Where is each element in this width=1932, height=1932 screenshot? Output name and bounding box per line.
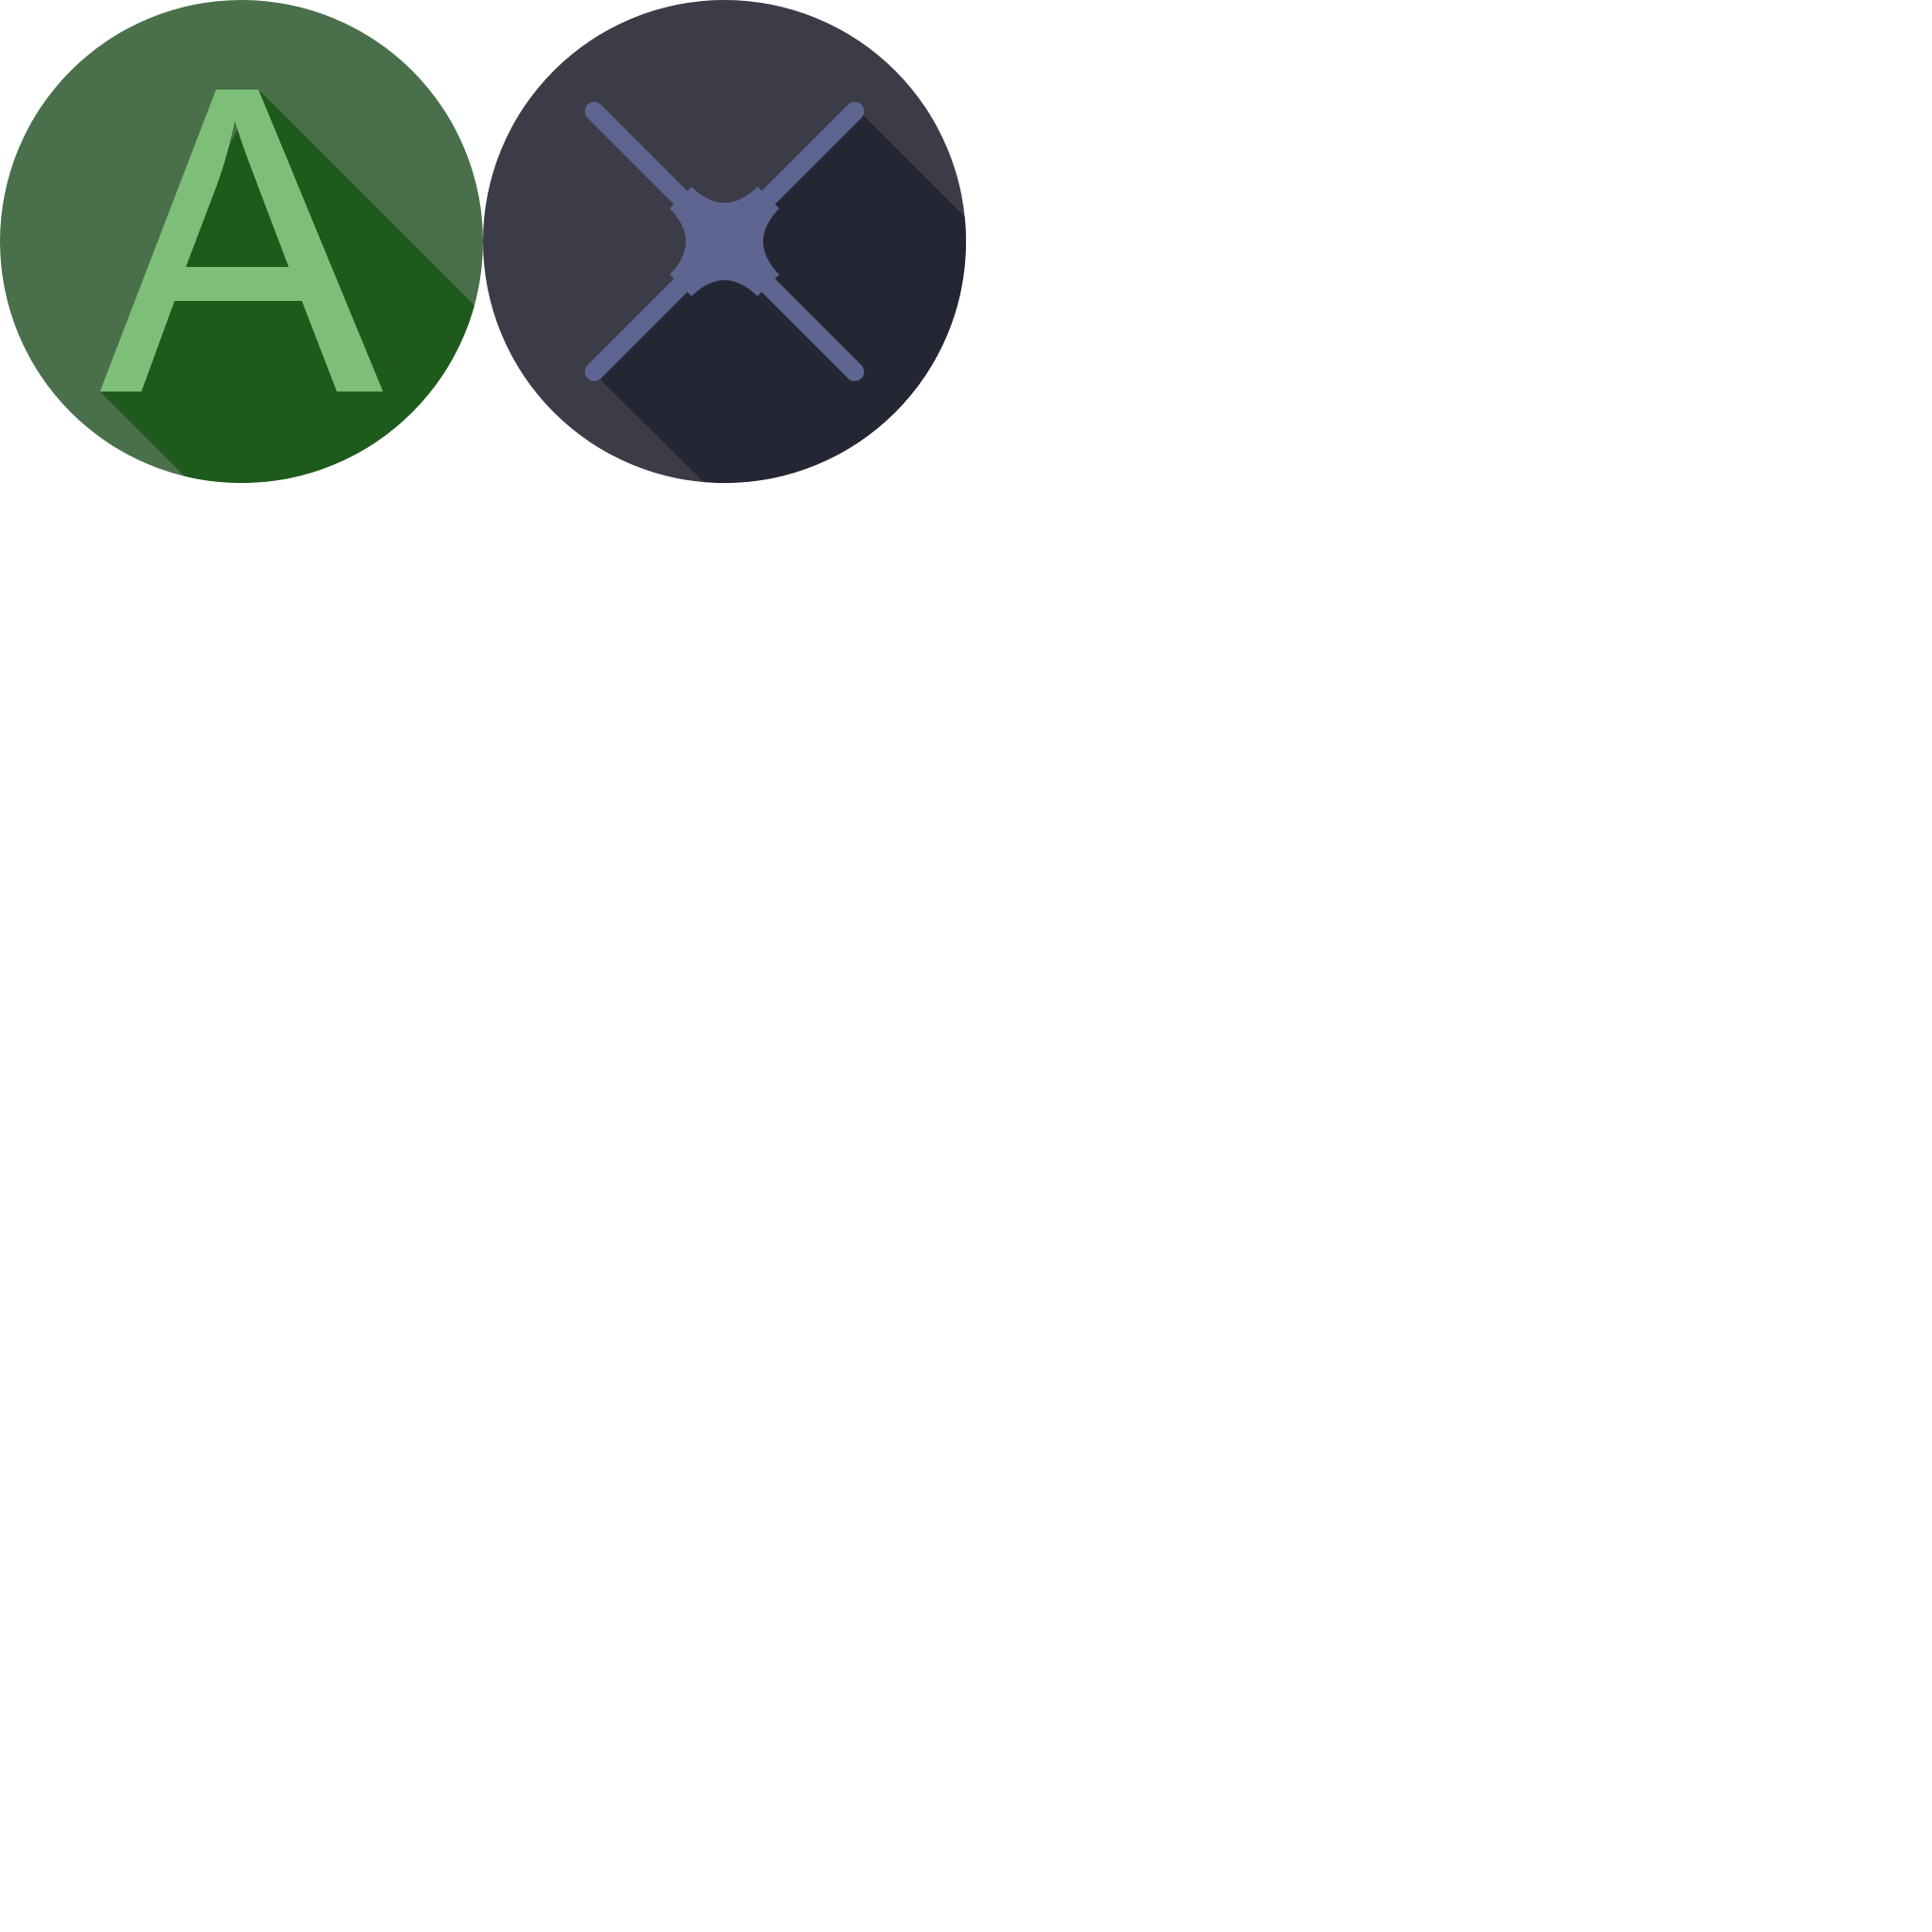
icon-canvas (0, 0, 966, 483)
x-cross-icon (483, 0, 966, 483)
